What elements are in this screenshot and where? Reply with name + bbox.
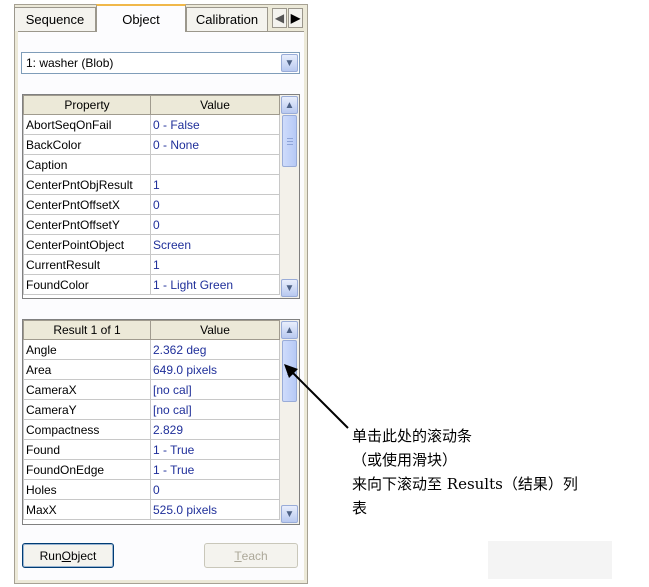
property-name: CenterPntOffsetY — [23, 214, 151, 235]
result-name: Area — [23, 359, 151, 380]
result-column-header: Result 1 of 1 — [23, 320, 151, 340]
tab-calibration[interactable]: Calibration — [186, 7, 268, 31]
scroll-up-icon[interactable]: ▲ — [281, 321, 298, 339]
property-name: FoundColor — [23, 274, 151, 295]
value-column-header: Value — [150, 320, 280, 340]
property-value[interactable]: 0 - None — [150, 134, 280, 155]
property-value[interactable]: 1 — [150, 174, 280, 195]
value-column-header: Value — [150, 95, 280, 115]
object-select[interactable]: 1: washer (Blob) ▼ — [21, 52, 300, 74]
table-row[interactable]: BackColor 0 - None — [23, 134, 280, 155]
result-value: [no cal] — [150, 379, 280, 400]
property-value[interactable]: 0 — [150, 214, 280, 235]
result-value: 1 - True — [150, 439, 280, 460]
tab-sequence[interactable]: Sequence — [14, 7, 96, 31]
table-row[interactable]: AbortSeqOnFail 0 - False — [23, 114, 280, 135]
result-value: 0 — [150, 479, 280, 500]
scroll-up-icon[interactable]: ▲ — [281, 96, 298, 114]
callout-arrow-icon — [284, 364, 349, 429]
result-name: Holes — [23, 479, 151, 500]
result-name: Found — [23, 439, 151, 460]
background-smudge — [488, 541, 612, 579]
property-column-header: Property — [23, 95, 151, 115]
table-row[interactable]: FoundColor 1 - Light Green — [23, 274, 280, 295]
teach-button[interactable]: Teach — [204, 543, 298, 568]
result-name: Compactness — [23, 419, 151, 440]
result-name: MaxX — [23, 499, 151, 520]
properties-table: Property Value AbortSeqOnFail 0 - False B… — [23, 95, 280, 295]
table-row[interactable]: Area 649.0 pixels — [23, 359, 280, 380]
result-value: 525.0 pixels — [150, 499, 280, 520]
table-row[interactable]: CameraY [no cal] — [23, 399, 280, 420]
results-grid: Result 1 of 1 Value Angle 2.362 deg Area 6… — [22, 319, 300, 525]
property-name: CurrentResult — [23, 254, 151, 275]
tab-strip: Sequence Object Calibration ◀ ▶ — [14, 4, 308, 32]
run-object-button[interactable]: Run Object — [22, 543, 114, 568]
table-row[interactable]: CenterPointObject Screen — [23, 234, 280, 255]
scroll-down-icon[interactable]: ▼ — [281, 279, 298, 297]
property-value[interactable]: 0 - False — [150, 114, 280, 135]
property-name: AbortSeqOnFail — [23, 114, 151, 135]
table-row[interactable]: Found 1 - True — [23, 439, 280, 460]
properties-scroll-thumb[interactable] — [282, 115, 297, 167]
property-value[interactable] — [150, 154, 280, 175]
result-value: 649.0 pixels — [150, 359, 280, 380]
property-value[interactable]: Screen — [150, 234, 280, 255]
property-name: CenterPntOffsetX — [23, 194, 151, 215]
result-name: CameraY — [23, 399, 151, 420]
property-name: BackColor — [23, 134, 151, 155]
annotation-line: 表 — [352, 499, 368, 517]
table-row[interactable]: CameraX [no cal] — [23, 379, 280, 400]
result-value: 2.362 deg — [150, 339, 280, 360]
table-row[interactable]: Holes 0 — [23, 479, 280, 500]
result-value: [no cal] — [150, 399, 280, 420]
property-value[interactable]: 1 - Light Green — [150, 274, 280, 295]
properties-scrollbar[interactable]: ▲ ▼ — [280, 95, 299, 298]
result-value: 1 - True — [150, 459, 280, 480]
result-name: CameraX — [23, 379, 151, 400]
result-value: 2.829 — [150, 419, 280, 440]
teach-button-suffix: each — [241, 548, 268, 563]
callout-annotation: 单击此处的滚动条 （或使用滑块） 来向下滚动至 Results（结果）列 表 — [352, 424, 622, 520]
tab-scroll-right-icon[interactable]: ▶ — [288, 8, 303, 28]
properties-grid: Property Value AbortSeqOnFail 0 - False B… — [22, 94, 300, 299]
tab-scroll-left-icon[interactable]: ◀ — [272, 8, 287, 28]
annotation-line: 来向下滚动至 Results（结果）列 — [352, 475, 578, 493]
table-row[interactable]: CenterPntObjResult 1 — [23, 174, 280, 195]
table-row[interactable]: Caption — [23, 154, 280, 175]
tab-object[interactable]: Object — [96, 4, 186, 32]
result-name: FoundOnEdge — [23, 459, 151, 480]
table-row[interactable]: Angle 2.362 deg — [23, 339, 280, 360]
run-button-suffix: bject — [71, 548, 97, 563]
object-select-value: 1: washer (Blob) — [26, 56, 114, 70]
property-value[interactable]: 0 — [150, 194, 280, 215]
property-name: CenterPointObject — [23, 234, 151, 255]
table-row[interactable]: CurrentResult 1 — [23, 254, 280, 275]
result-name: Angle — [23, 339, 151, 360]
annotation-line: （或使用滑块） — [352, 451, 458, 469]
table-row[interactable]: Compactness 2.829 — [23, 419, 280, 440]
table-row[interactable]: MaxX 525.0 pixels — [23, 499, 280, 520]
run-button-prefix: Run — [39, 548, 62, 563]
table-row[interactable]: FoundOnEdge 1 - True — [23, 459, 280, 480]
chevron-down-icon[interactable]: ▼ — [281, 54, 298, 72]
results-table: Result 1 of 1 Value Angle 2.362 deg Area 6… — [23, 320, 280, 520]
property-value[interactable]: 1 — [150, 254, 280, 275]
run-button-mnemonic: O — [61, 548, 71, 563]
annotation-line: 单击此处的滚动条 — [352, 427, 473, 445]
table-row[interactable]: CenterPntOffsetY 0 — [23, 214, 280, 235]
teach-button-mnemonic: T — [234, 548, 242, 563]
table-row[interactable]: CenterPntOffsetX 0 — [23, 194, 280, 215]
scroll-down-icon[interactable]: ▼ — [281, 505, 298, 523]
property-name: Caption — [23, 154, 151, 175]
property-name: CenterPntObjResult — [23, 174, 151, 195]
